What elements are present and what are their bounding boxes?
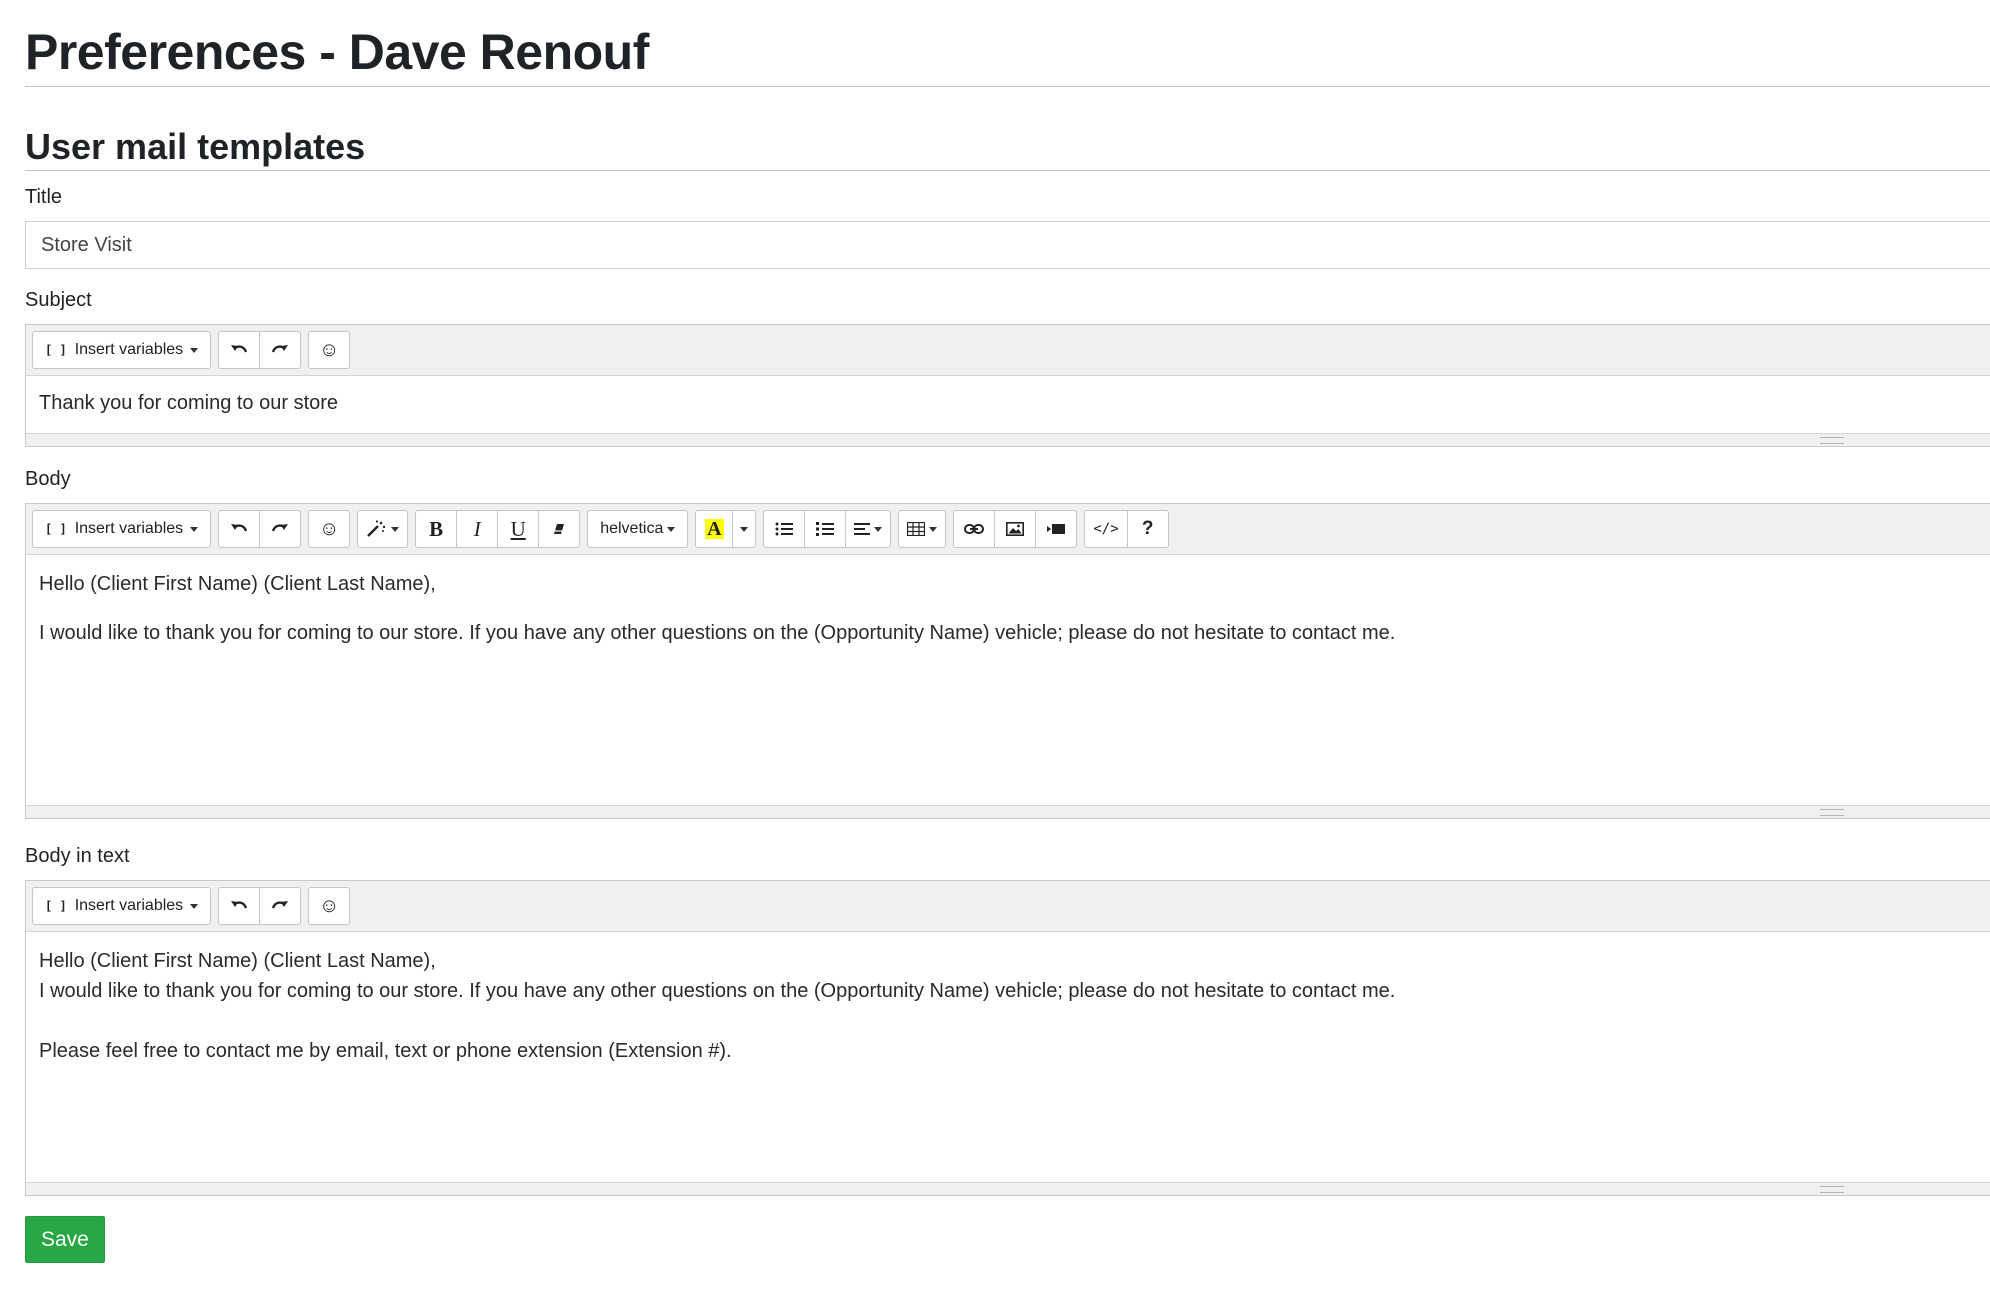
body-text-editor: [ ] Insert variables ☺ Hello (Client Fir…	[25, 880, 1990, 1196]
redo-icon	[272, 901, 289, 909]
smiley-icon: ☺	[318, 895, 340, 917]
bullet-list-icon	[775, 522, 794, 536]
caret-down-icon	[190, 526, 199, 532]
body-label: Body	[25, 468, 71, 490]
table-button[interactable]	[898, 510, 947, 548]
eraser-icon	[554, 524, 565, 534]
paragraph-align-button[interactable]	[845, 510, 892, 548]
bold-button[interactable]: B	[415, 510, 458, 548]
font-name-dropdown[interactable]: helvetica	[587, 510, 689, 548]
body-text-line-greeting: Hello (Client First Name) (Client Last N…	[39, 950, 436, 972]
caret-down-icon	[929, 526, 938, 532]
underline-button[interactable]: U	[497, 510, 540, 548]
font-color-dropdown[interactable]	[732, 510, 757, 548]
section-title: User mail templates	[25, 125, 1990, 171]
resize-handle-icon	[1820, 809, 1844, 816]
caret-down-icon	[874, 526, 883, 532]
page-title: Preferences - Dave Renouf	[25, 0, 1990, 87]
underline-label: U	[510, 516, 526, 541]
picture-button[interactable]	[994, 510, 1037, 548]
caret-down-icon	[740, 526, 749, 532]
ordered-list-button[interactable]	[804, 510, 847, 548]
undo-button[interactable]	[218, 510, 261, 548]
subject-content[interactable]: Thank you for coming to our store	[26, 376, 1990, 433]
caret-down-icon	[190, 347, 199, 353]
numbered-list-icon	[816, 522, 835, 536]
font-name-label: helvetica	[600, 520, 664, 537]
body-resize-bar[interactable]	[26, 805, 1990, 818]
subject-resize-bar[interactable]	[26, 433, 1990, 446]
subject-toolbar: [ ] Insert variables ☺	[26, 325, 1990, 376]
redo-icon	[272, 345, 289, 353]
emoji-button[interactable]: ☺	[308, 510, 351, 548]
link-icon	[964, 524, 985, 534]
italic-label: I	[473, 516, 481, 541]
code-view-button[interactable]: </>	[1084, 510, 1128, 548]
undo-icon	[231, 901, 248, 909]
body-text-line-thanks: I would like to thank you for coming to …	[39, 980, 1396, 1002]
body-content[interactable]: Hello (Client First Name) (Client Last N…	[26, 555, 1990, 805]
undo-button[interactable]	[218, 887, 261, 925]
unordered-list-button[interactable]	[763, 510, 806, 548]
caret-down-icon	[190, 903, 199, 909]
brackets-icon: [ ]	[45, 899, 67, 913]
image-icon	[1006, 522, 1025, 536]
body-text-resize-bar[interactable]	[26, 1182, 1990, 1195]
insert-variables-button[interactable]: [ ] Insert variables	[32, 510, 212, 548]
redo-button[interactable]	[259, 510, 302, 548]
insert-variables-label: Insert variables	[74, 897, 184, 914]
insert-variables-button[interactable]: [ ] Insert variables	[32, 887, 212, 925]
body-line-thanks: I would like to thank you for coming to …	[39, 622, 1396, 644]
title-input[interactable]	[25, 221, 1990, 269]
subject-text: Thank you for coming to our store	[39, 392, 339, 414]
save-button[interactable]: Save	[25, 1216, 105, 1263]
insert-variables-label: Insert variables	[74, 341, 184, 358]
subject-editor: [ ] Insert variables ☺ Thank you for com…	[25, 324, 1990, 447]
emoji-button[interactable]: ☺	[308, 331, 351, 369]
subject-label: Subject	[25, 289, 92, 311]
insert-variables-label: Insert variables	[74, 520, 184, 537]
title-label: Title	[25, 186, 63, 208]
help-label: ?	[1141, 518, 1154, 539]
caret-down-icon	[667, 526, 676, 532]
insert-variables-button[interactable]: [ ] Insert variables	[32, 331, 212, 369]
smiley-icon: ☺	[318, 518, 340, 540]
body-toolbar: [ ] Insert variables ☺ B I U helvetica A…	[26, 504, 1990, 555]
resize-handle-icon	[1820, 1186, 1844, 1193]
code-view-label: </>	[1093, 521, 1119, 537]
help-button[interactable]: ?	[1126, 510, 1169, 548]
align-icon	[854, 523, 871, 535]
italic-button[interactable]: I	[456, 510, 499, 548]
resize-handle-icon	[1820, 437, 1844, 444]
emoji-button[interactable]: ☺	[308, 887, 351, 925]
video-icon	[1047, 524, 1066, 534]
magic-wand-icon	[367, 520, 386, 537]
link-button[interactable]	[953, 510, 996, 548]
undo-icon	[231, 524, 248, 532]
bold-label: B	[429, 516, 444, 541]
redo-button[interactable]	[259, 887, 302, 925]
smiley-icon: ☺	[318, 339, 340, 361]
redo-icon	[272, 524, 289, 532]
style-button[interactable]	[357, 510, 409, 548]
undo-button[interactable]	[218, 331, 261, 369]
redo-button[interactable]	[259, 331, 302, 369]
body-line-greeting: Hello (Client First Name) (Client Last N…	[39, 573, 436, 595]
text-color-icon: A	[705, 518, 724, 540]
video-button[interactable]	[1035, 510, 1078, 548]
body-text-toolbar: [ ] Insert variables ☺	[26, 881, 1990, 932]
preferences-page: Preferences - Dave Renouf User mail temp…	[0, 0, 1990, 1300]
body-editor: [ ] Insert variables ☺ B I U helvetica A…	[25, 503, 1990, 819]
clear-format-button[interactable]	[538, 510, 581, 548]
caret-down-icon	[391, 526, 400, 532]
undo-icon	[231, 345, 248, 353]
table-icon	[907, 522, 926, 536]
brackets-icon: [ ]	[45, 343, 67, 357]
brackets-icon: [ ]	[45, 522, 67, 536]
font-color-button[interactable]: A	[695, 510, 734, 548]
body-text-label: Body in text	[25, 845, 130, 867]
body-text-content[interactable]: Hello (Client First Name) (Client Last N…	[26, 932, 1990, 1182]
body-text-line-contact: Please feel free to contact me by email,…	[39, 1040, 732, 1062]
